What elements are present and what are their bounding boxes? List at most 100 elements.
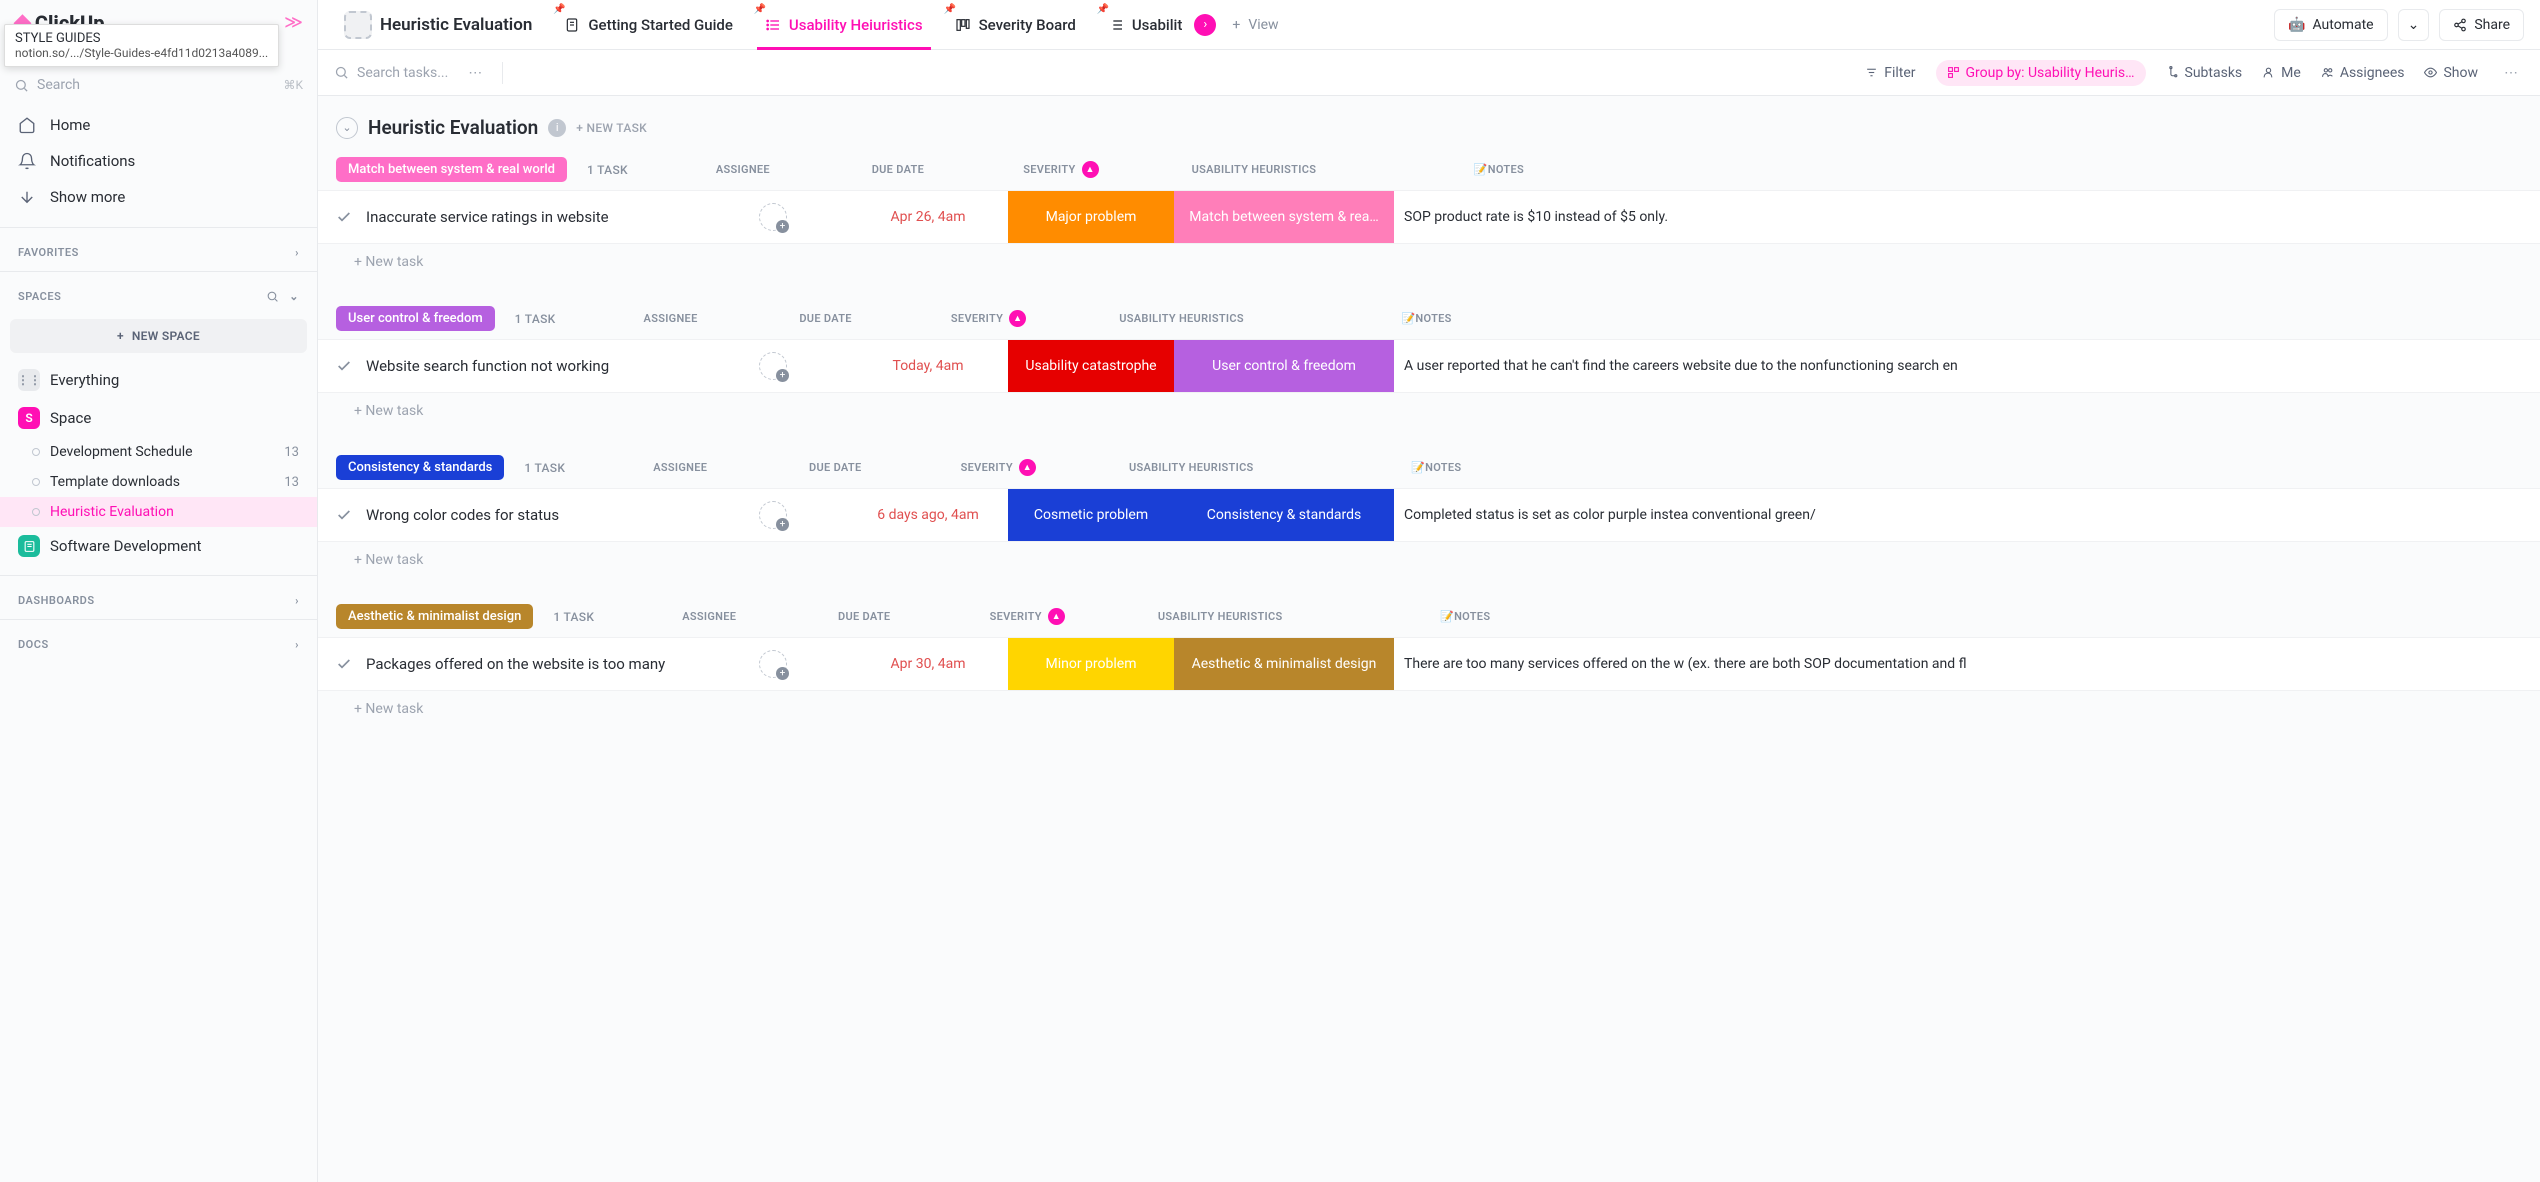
status-icon[interactable] — [336, 209, 352, 225]
more-icon[interactable]: ⋯ — [2498, 65, 2524, 81]
groupby-button[interactable]: Group by: Usability Heuris… — [1936, 60, 2146, 86]
col-assignee[interactable]: ASSIGNEE — [605, 461, 755, 474]
col-due[interactable]: DUE DATE — [784, 610, 944, 623]
sort-icon[interactable]: ▲ — [1082, 161, 1099, 178]
due-date[interactable]: Apr 30, 4am — [848, 638, 1008, 690]
severity-cell[interactable]: Cosmetic problem — [1008, 489, 1174, 541]
nav-showmore[interactable]: Show more — [0, 179, 317, 215]
col-due[interactable]: DUE DATE — [755, 461, 915, 474]
spaces-header[interactable]: SPACES ⌄ — [0, 276, 317, 311]
info-icon[interactable]: i — [548, 119, 566, 137]
nav-notifications[interactable]: Notifications — [0, 143, 317, 179]
chevron-down-icon[interactable]: ⌄ — [289, 290, 299, 303]
new-task-row[interactable]: + New task — [318, 393, 2540, 429]
list-title-tab[interactable]: Heuristic Evaluation — [328, 0, 548, 49]
tab-severity-board[interactable]: 📌 Severity Board — [939, 0, 1092, 49]
col-notes[interactable]: 📝NOTES — [1330, 610, 1600, 623]
group-pill[interactable]: User control & freedom — [336, 306, 495, 331]
favorites-header[interactable]: FAVORITES › — [0, 232, 317, 267]
severity-cell[interactable]: Minor problem — [1008, 638, 1174, 690]
filter-button[interactable]: Filter — [1865, 65, 1915, 81]
col-assignee[interactable]: ASSIGNEE — [596, 312, 746, 325]
col-severity[interactable]: SEVERITY▲ — [915, 459, 1081, 476]
col-due[interactable]: DUE DATE — [818, 163, 978, 176]
assignee-add[interactable] — [759, 203, 787, 231]
new-space-button[interactable]: + NEW SPACE — [10, 319, 307, 353]
severity-cell[interactable]: Major problem — [1008, 191, 1174, 243]
col-heuristics[interactable]: USABILITY HEURISTICS — [1081, 461, 1301, 474]
docs-header[interactable]: DOCS › — [0, 624, 317, 659]
share-button[interactable]: Share — [2439, 9, 2524, 41]
col-heuristics[interactable]: USABILITY HEURISTICS — [1144, 163, 1364, 176]
list-item[interactable]: Development Schedule 13 — [0, 437, 317, 467]
tab-getting-started[interactable]: 📌 Getting Started Guide — [548, 0, 749, 49]
assignee-add[interactable] — [759, 501, 787, 529]
sort-icon[interactable]: ▲ — [1048, 608, 1065, 625]
tab-usability-heuristics[interactable]: 📌 Usability Heiuristics — [749, 0, 939, 49]
notes-cell[interactable]: A user reported that he can't find the c… — [1394, 340, 2540, 392]
software-dev-item[interactable]: Software Development — [0, 527, 317, 565]
due-date[interactable]: Apr 26, 4am — [848, 191, 1008, 243]
me-button[interactable]: Me — [2262, 65, 2301, 81]
group-pill[interactable]: Aesthetic & minimalist design — [336, 604, 533, 629]
due-date[interactable]: 6 days ago, 4am — [848, 489, 1008, 541]
new-task-row[interactable]: + New task — [318, 542, 2540, 578]
status-icon[interactable] — [336, 358, 352, 374]
assignee-add[interactable] — [759, 650, 787, 678]
due-date[interactable]: Today, 4am — [848, 340, 1008, 392]
list-item[interactable]: Heuristic Evaluation — [0, 497, 317, 527]
status-icon[interactable] — [336, 656, 352, 672]
col-due[interactable]: DUE DATE — [746, 312, 906, 325]
subtasks-button[interactable]: Subtasks — [2166, 65, 2243, 81]
search-icon[interactable] — [266, 290, 279, 303]
group-pill[interactable]: Match between system & real world — [336, 157, 567, 182]
assignees-button[interactable]: Assignees — [2321, 65, 2405, 81]
new-task-row[interactable]: + New task — [318, 244, 2540, 280]
col-heuristics[interactable]: USABILITY HEURISTICS — [1110, 610, 1330, 623]
heuristic-cell[interactable]: Consistency & standards — [1174, 489, 1394, 541]
search-input[interactable]: Search ⌘K — [0, 71, 317, 99]
task-row[interactable]: Packages offered on the website is too m… — [318, 637, 2540, 691]
collapse-sidebar-icon[interactable]: ≫ — [284, 12, 303, 33]
dashboards-header[interactable]: DASHBOARDS › — [0, 580, 317, 615]
task-row[interactable]: Wrong color codes for status 6 days ago,… — [318, 488, 2540, 542]
col-notes[interactable]: 📝NOTES — [1292, 312, 1562, 325]
col-assignee[interactable]: ASSIGNEE — [634, 610, 784, 623]
automate-button[interactable]: 🤖 Automate — [2274, 9, 2388, 41]
col-assignee[interactable]: ASSIGNEE — [668, 163, 818, 176]
space-item[interactable]: S Space — [0, 399, 317, 437]
assignee-add[interactable] — [759, 352, 787, 380]
more-icon[interactable]: ⋯ — [462, 65, 488, 81]
notes-cell[interactable]: SOP product rate is $10 instead of $5 on… — [1394, 191, 2540, 243]
new-task-row[interactable]: + New task — [318, 691, 2540, 727]
heuristic-cell[interactable]: Aesthetic & minimalist design — [1174, 638, 1394, 690]
list-item[interactable]: Template downloads 13 — [0, 467, 317, 497]
col-heuristics[interactable]: USABILITY HEURISTICS — [1072, 312, 1292, 325]
notes-cell[interactable]: There are too many services offered on t… — [1394, 638, 2540, 690]
everything-item[interactable]: ⋮⋮ Everything — [0, 361, 317, 399]
task-row[interactable]: Website search function not working Toda… — [318, 339, 2540, 393]
sort-icon[interactable]: ▲ — [1019, 459, 1036, 476]
col-notes[interactable]: 📝NOTES — [1364, 163, 1634, 176]
group-pill[interactable]: Consistency & standards — [336, 455, 504, 480]
sort-icon[interactable]: ▲ — [1009, 310, 1026, 327]
search-tasks-input[interactable]: Search tasks... — [334, 65, 448, 81]
col-severity[interactable]: SEVERITY▲ — [978, 161, 1144, 178]
new-task-link[interactable]: + NEW TASK — [576, 121, 647, 135]
task-row[interactable]: Inaccurate service ratings in website Ap… — [318, 190, 2540, 244]
col-severity[interactable]: SEVERITY▲ — [944, 608, 1110, 625]
collapse-all-button[interactable]: ⌄ — [336, 117, 358, 139]
notes-cell[interactable]: Completed status is set as color purple … — [1394, 489, 2540, 541]
tab-usability-partial[interactable]: 📌 Usabilit — [1092, 0, 1199, 49]
nav-home[interactable]: Home — [0, 107, 317, 143]
col-severity[interactable]: SEVERITY▲ — [906, 310, 1072, 327]
bell-icon — [18, 152, 36, 170]
status-icon[interactable] — [336, 507, 352, 523]
col-notes[interactable]: 📝NOTES — [1301, 461, 1571, 474]
heuristic-cell[interactable]: User control & freedom — [1174, 340, 1394, 392]
heuristic-cell[interactable]: Match between system & rea… — [1174, 191, 1394, 243]
add-view-button[interactable]: + View — [1216, 0, 1294, 49]
automate-dropdown[interactable]: ⌄ — [2398, 9, 2430, 41]
severity-cell[interactable]: Usability catastrophe — [1008, 340, 1174, 392]
show-button[interactable]: Show — [2424, 65, 2478, 81]
